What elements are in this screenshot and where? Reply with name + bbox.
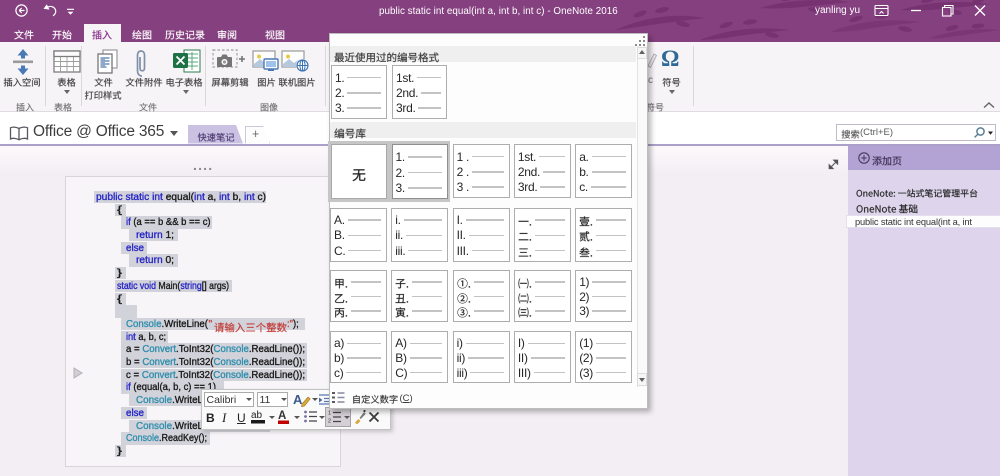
svg-text:ab: ab [251, 410, 263, 421]
svg-text:A: A [293, 392, 303, 407]
svg-text:c: c [648, 75, 653, 86]
svg-text:1: 1 [328, 411, 331, 417]
svg-text:A: A [278, 410, 286, 422]
svg-text:2: 2 [328, 419, 331, 424]
